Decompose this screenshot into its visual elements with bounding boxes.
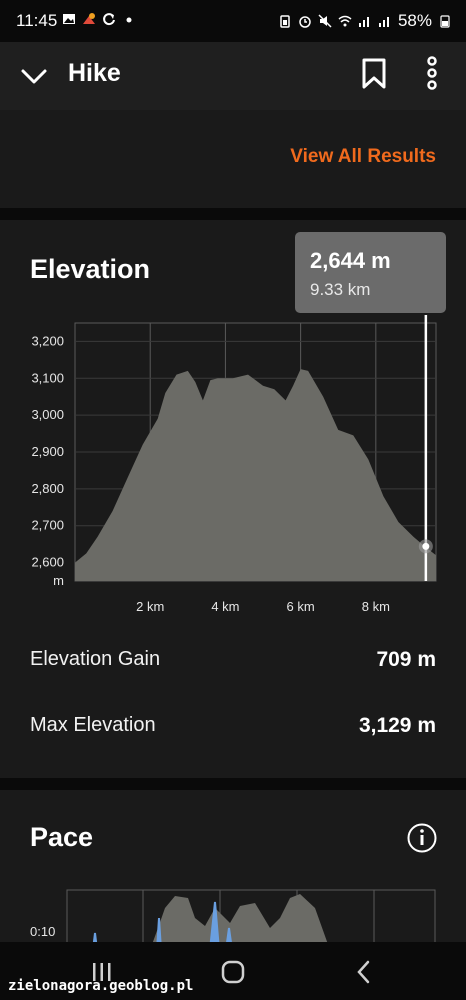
y-tick-label: 3,200 [31,333,64,348]
pace-card: Pace 0:10 [0,790,466,950]
y-tick-label: 3,100 [31,370,64,385]
status-left-icons [62,12,136,26]
alarm-icon [299,16,311,28]
elevation-title: Elevation [30,254,151,284]
elevation-card: Elevation 2,644 m 9.33 km 3,200 3,100 3,00… [0,220,466,778]
status-right-icons: 58% [278,11,452,31]
home-icon[interactable] [219,958,247,986]
bookmark-icon[interactable] [358,56,390,90]
y-tick-label: 3,000 [31,407,64,422]
battery-icon [440,15,450,28]
y-unit-label: m [53,573,64,588]
elevation-area [75,369,436,581]
max-elevation-label: Max Elevation [30,714,156,736]
y-tick-label: 2,800 [31,481,64,496]
x-tick-label: 4 km [211,599,239,614]
battery-saver-icon [280,15,290,28]
x-tick-label: 8 km [362,599,390,614]
tooltip-distance-value: 9.33 km [310,280,371,299]
y-tick-label: 2,900 [31,444,64,459]
more-vertical-icon[interactable] [416,56,448,90]
y-tick-label: 2,700 [31,518,64,533]
app-icon [83,13,95,24]
app-bar: Hike [0,42,466,110]
x-tick-label: 2 km [136,599,164,614]
tooltip-elevation-value: 2,644 m [310,248,391,273]
elevation-chart[interactable]: 3,200 3,100 3,000 2,900 2,800 2,700 2,600 m 2 km… [0,315,466,625]
pace-y-tick: 0:10 [30,924,55,939]
status-bar: 11:45 58% [0,0,466,42]
status-time: 11:45 [16,11,58,30]
pace-chart[interactable]: 0:10 [0,888,466,950]
results-card: View All Results [0,110,466,208]
elevation-gain-label: Elevation Gain [30,648,161,670]
wifi-icon [338,15,352,27]
sync-icon [103,13,115,26]
signal-icon [358,17,369,27]
dot-icon [126,17,132,23]
info-icon[interactable] [406,822,438,854]
y-tick-label: 2,600 [31,555,64,570]
page-title: Hike [68,59,121,87]
image-icon [63,14,75,24]
chart-cursor-point [422,542,430,550]
battery-percent: 58% [397,11,432,30]
x-tick-label: 6 km [287,599,315,614]
view-all-results-link[interactable]: View All Results [290,146,436,168]
back-icon[interactable] [350,958,378,986]
elevation-tooltip: 2,644 m 9.33 km [295,232,446,313]
pace-title: Pace [30,822,94,852]
watermark-text: zielonagora.geoblog.pl [8,978,194,994]
mute-icon [318,14,332,28]
max-elevation-value: 3,129 m [358,714,436,737]
chevron-down-icon[interactable] [18,62,50,90]
elevation-gain-value: 709 m [376,648,436,671]
signal-icon [378,17,389,27]
